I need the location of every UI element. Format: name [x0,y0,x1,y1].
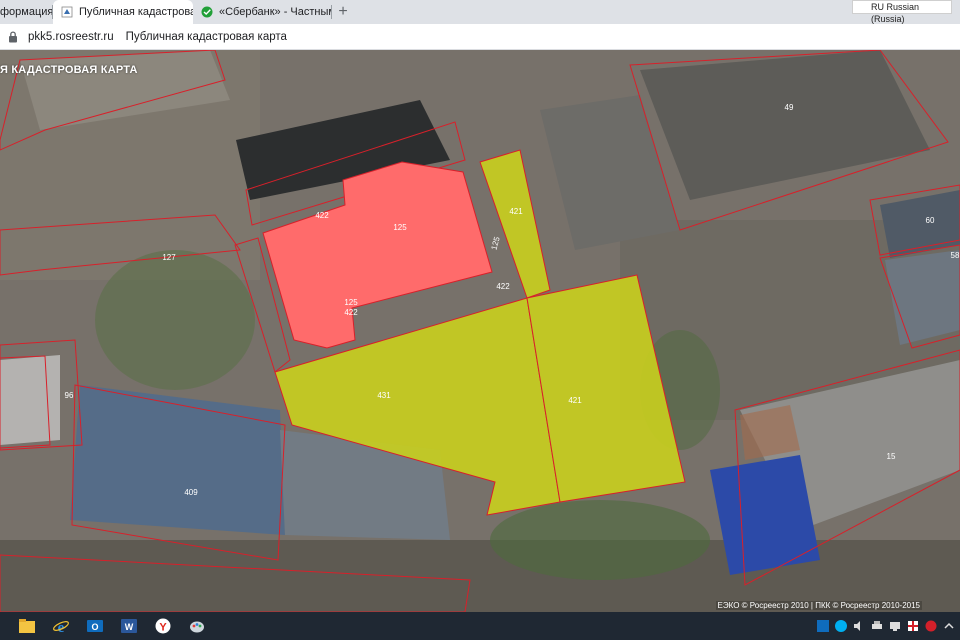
taskbar-app[interactable] [180,612,214,640]
tray-item[interactable] [852,619,866,633]
parcel-label[interactable]: 96 [65,391,74,400]
building-roof-light [0,355,60,445]
cadastral-map[interactable]: 49 422 125 125 421 422 125 422 127 60 58… [0,50,960,612]
tab-cadastral-map[interactable]: Публичная кадастровая ✕ [53,0,193,24]
parcel-label[interactable]: 422 [344,308,358,317]
antivirus-icon [925,620,937,632]
tray-item[interactable] [906,619,920,633]
tray-item[interactable] [834,619,848,633]
start-button[interactable] [0,612,10,640]
parcel-label[interactable]: 49 [785,103,794,112]
chevron-up-icon [944,622,954,629]
parcel-label[interactable]: 431 [377,391,391,400]
building-roof-blue [70,385,285,535]
system-tray [816,612,956,640]
parcel-label[interactable]: 58 [951,251,960,260]
outlook-icon: O [87,620,103,632]
flag-icon [908,621,918,631]
tab-label: формация [0,6,52,18]
parcel-label[interactable]: 60 [926,216,935,225]
map-title: Я КАДАСТРОВАЯ КАРТА [0,64,138,76]
url-host[interactable]: pkk5.rosreestr.ru [28,31,114,43]
taskbar-app[interactable]: Y [146,612,180,640]
map-attribution: ЕЭКО © Росреестр 2010 | ПКК © Росреестр … [715,601,922,610]
tab-sberbank[interactable]: «Сбербанк» - Частным ● [193,0,331,24]
tray-item[interactable] [870,619,884,633]
tab-info[interactable]: формация [0,0,52,24]
svg-text:Y: Y [159,622,167,634]
windows-taskbar: e O W Y [0,612,960,640]
svg-text:O: O [91,622,98,632]
network-icon [890,622,900,631]
trees [95,250,255,390]
internet-explorer-icon: e [53,620,69,634]
yandex-browser-icon: Y [155,618,171,634]
language-label: RU Russian (Russia) [871,2,920,24]
parcel-label[interactable]: 125 [393,223,407,232]
parcel-label[interactable]: 422 [315,211,329,220]
skype-icon [835,620,847,632]
taskbar-app[interactable]: O [78,612,112,640]
sberbank-favicon-icon [201,6,213,18]
word-icon: W [121,619,137,633]
parcel-label[interactable]: 409 [184,488,198,497]
outlook-tray-icon [817,620,829,632]
taskbar-app[interactable] [10,612,44,640]
svg-text:W: W [125,622,134,632]
tab-label: Публичная кадастровая [79,6,193,18]
tray-item[interactable] [942,619,956,633]
parcel-label[interactable]: 127 [162,253,176,262]
tab-strip: формация Публичная кадастровая ✕ «Сберба… [0,0,960,24]
parcel-label[interactable]: 421 [568,396,582,405]
new-tab-button[interactable]: + [332,0,354,24]
printer-icon [872,621,882,629]
volume-icon [854,621,860,631]
tray-item[interactable] [924,619,938,633]
tray-item[interactable] [888,619,902,633]
tab-label: «Сбербанк» - Частным [219,6,331,18]
rosreestr-favicon-icon [61,6,73,18]
lock-icon[interactable] [8,30,18,43]
parcel-label[interactable]: 15 [887,452,896,461]
screen: формация Публичная кадастровая ✕ «Сберба… [0,0,960,640]
parcel-label[interactable]: 421 [509,207,523,216]
taskbar-app[interactable]: e [44,612,78,640]
parcel-label[interactable]: 125 [344,298,358,307]
parcel-label[interactable]: 422 [496,282,510,291]
paint-icon [190,621,204,633]
tray-item[interactable] [816,619,830,633]
file-explorer-icon [19,619,35,633]
language-indicator[interactable]: RU Russian (Russia) [852,0,952,24]
taskbar-app[interactable]: W [112,612,146,640]
page-title: Публичная кадастровая карта [125,30,287,43]
address-bar[interactable]: pkk5.rosreestr.ru Публичная кадастровая … [0,24,960,50]
map-canvas[interactable]: 49 422 125 125 421 422 125 422 127 60 58… [0,50,960,612]
trees [490,500,710,580]
